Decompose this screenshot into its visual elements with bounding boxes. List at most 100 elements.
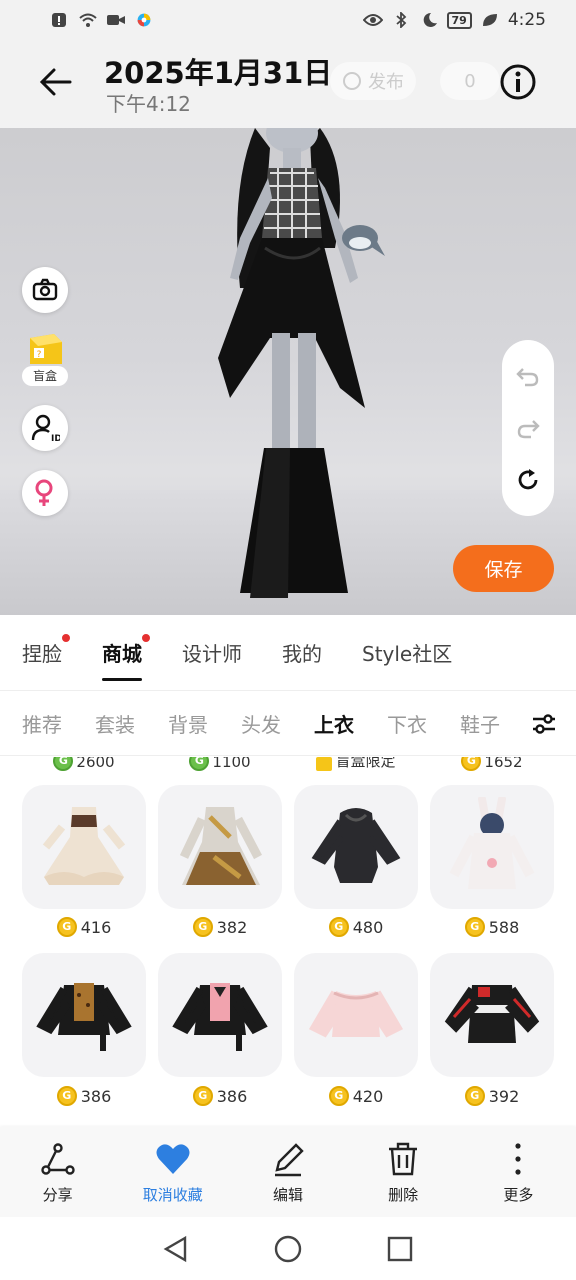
coin-balance-value: 0: [464, 70, 476, 92]
more-button[interactable]: 更多: [468, 1140, 568, 1205]
pencil-icon: [274, 1142, 304, 1176]
battery-indicator: 79: [446, 11, 472, 29]
price-row-top: G 2600: [22, 757, 146, 771]
item-card-white-ruffle-dress[interactable]: [22, 785, 146, 909]
avatar-figure[interactable]: [200, 128, 390, 598]
item-price-value: 382: [216, 917, 248, 937]
subtab-recommend[interactable]: 推荐: [22, 709, 62, 738]
save-button[interactable]: 保存: [453, 545, 554, 592]
pink-jacket-thumbnail: [172, 983, 268, 1051]
coin-gold-icon: G: [461, 757, 482, 771]
filter-sliders-icon: [533, 714, 555, 734]
page-subtitle: 下午4:12: [106, 92, 191, 116]
eye-icon: [362, 14, 383, 26]
item-price-value: 588: [488, 917, 520, 937]
tab-face-label: 捏脸: [22, 642, 62, 666]
camera-icon: [32, 278, 58, 301]
item-price: G 386: [158, 1086, 282, 1106]
subtab-bottoms[interactable]: 下衣: [387, 709, 427, 738]
nav-back-icon[interactable]: [161, 1234, 191, 1264]
subtab-hair[interactable]: 头发: [241, 709, 281, 738]
undo-icon[interactable]: [515, 363, 541, 389]
female-icon: [35, 479, 53, 506]
pink-sweater-thumbnail: [308, 990, 404, 1038]
avatar-scene[interactable]: 2025年1月31日 下午4:12 发布 0 ? 盲盒 ID 保存: [0, 40, 576, 615]
unfavorite-button[interactable]: 取消收藏: [123, 1140, 223, 1205]
tab-designer[interactable]: 设计师: [182, 638, 242, 667]
nav-recents-icon[interactable]: [385, 1234, 415, 1264]
heart-icon: [156, 1143, 190, 1174]
coin-gold-icon: G: [192, 1086, 213, 1106]
subtab-background[interactable]: 背景: [168, 709, 208, 738]
coin-balance[interactable]: 0: [440, 62, 500, 100]
item-card-leopard-leather-jacket[interactable]: [22, 953, 146, 1077]
tab-mall[interactable]: 商城: [102, 634, 150, 681]
avatar-id-button[interactable]: ID: [22, 405, 68, 451]
system-nav-bar: [0, 1217, 576, 1280]
coin-gold-icon: G: [192, 917, 213, 937]
item-price: G 416: [22, 917, 146, 937]
price-row-top: G 1100: [158, 757, 282, 771]
leopard-jacket-thumbnail: [36, 983, 132, 1051]
tab-mall-label: 商城: [102, 642, 142, 666]
history-controls: [502, 340, 554, 516]
subtab-shoes[interactable]: 鞋子: [460, 709, 500, 738]
coin-gold-icon: G: [464, 917, 485, 937]
item-card-pink-offshoulder-sweater[interactable]: [294, 953, 418, 1077]
item-card-racing-jacket[interactable]: [430, 953, 554, 1077]
more-label: 更多: [503, 1185, 534, 1204]
coin-gold-icon: G: [328, 917, 349, 937]
coin-gold-icon: G: [56, 917, 77, 937]
item-price: G 588: [430, 917, 554, 937]
bunny-hoodie-thumbnail: [449, 797, 535, 889]
price-text: 2600: [76, 757, 115, 771]
reset-icon[interactable]: [515, 467, 541, 493]
info-icon[interactable]: [498, 62, 538, 102]
item-price-value: 392: [488, 1086, 520, 1106]
tab-style-community-label: Style社区: [362, 642, 453, 666]
tab-face-badge: [62, 634, 70, 642]
wifi-icon: [79, 13, 97, 27]
tab-mall-badge: [142, 634, 150, 642]
app-header: 2025年1月31日 下午4:12 发布 0: [0, 40, 576, 128]
price-row-top: G 1652: [430, 757, 554, 771]
blindbox-button[interactable]: ? 盲盒: [22, 332, 68, 388]
item-price-value: 420: [352, 1086, 384, 1106]
publish-label: 发布: [368, 72, 404, 93]
app-logo-icon: [137, 13, 151, 27]
subtab-tops[interactable]: 上衣: [314, 709, 354, 738]
item-card-bunny-hoodie[interactable]: [430, 785, 554, 909]
item-price: G 392: [430, 1086, 554, 1106]
more-icon: [515, 1142, 521, 1175]
tab-mine[interactable]: 我的: [282, 638, 322, 667]
item-card-black-hoodie[interactable]: [294, 785, 418, 909]
tab-face[interactable]: 捏脸: [22, 634, 70, 667]
edit-circle-icon: [343, 72, 361, 90]
edit-label: 编辑: [272, 1185, 303, 1204]
item-price-value: 416: [80, 917, 112, 937]
redo-icon[interactable]: [515, 415, 541, 441]
item-card-brown-patchwork-dress[interactable]: [158, 785, 282, 909]
camera-record-icon: [107, 15, 125, 25]
coin-gold-icon: G: [56, 1086, 77, 1106]
filter-button[interactable]: [512, 692, 576, 755]
delete-button[interactable]: 删除: [353, 1140, 453, 1205]
publish-button[interactable]: 发布: [330, 62, 416, 100]
coin-green-icon: G: [53, 757, 74, 771]
tab-style-community[interactable]: Style社区: [362, 638, 452, 667]
coin-gold-icon: G: [328, 1086, 349, 1106]
screenshot-button[interactable]: [22, 267, 68, 313]
main-tabs: 捏脸 商城 设计师 我的 Style社区: [0, 615, 576, 691]
back-arrow-icon[interactable]: [36, 62, 76, 102]
black-hoodie-thumbnail: [311, 808, 401, 883]
share-button[interactable]: 分享: [8, 1140, 108, 1205]
status-right: 79 4:25: [362, 10, 546, 30]
subtab-outfit[interactable]: 套装: [95, 709, 135, 738]
gender-switch-button[interactable]: [22, 470, 68, 516]
nav-home-icon[interactable]: [273, 1234, 303, 1264]
delete-label: 删除: [388, 1185, 419, 1204]
blindbox-label: 盲盒: [22, 366, 68, 386]
item-card-pink-leather-jacket[interactable]: [158, 953, 282, 1077]
edit-button[interactable]: 编辑: [238, 1140, 338, 1205]
share-icon: [40, 1142, 75, 1175]
